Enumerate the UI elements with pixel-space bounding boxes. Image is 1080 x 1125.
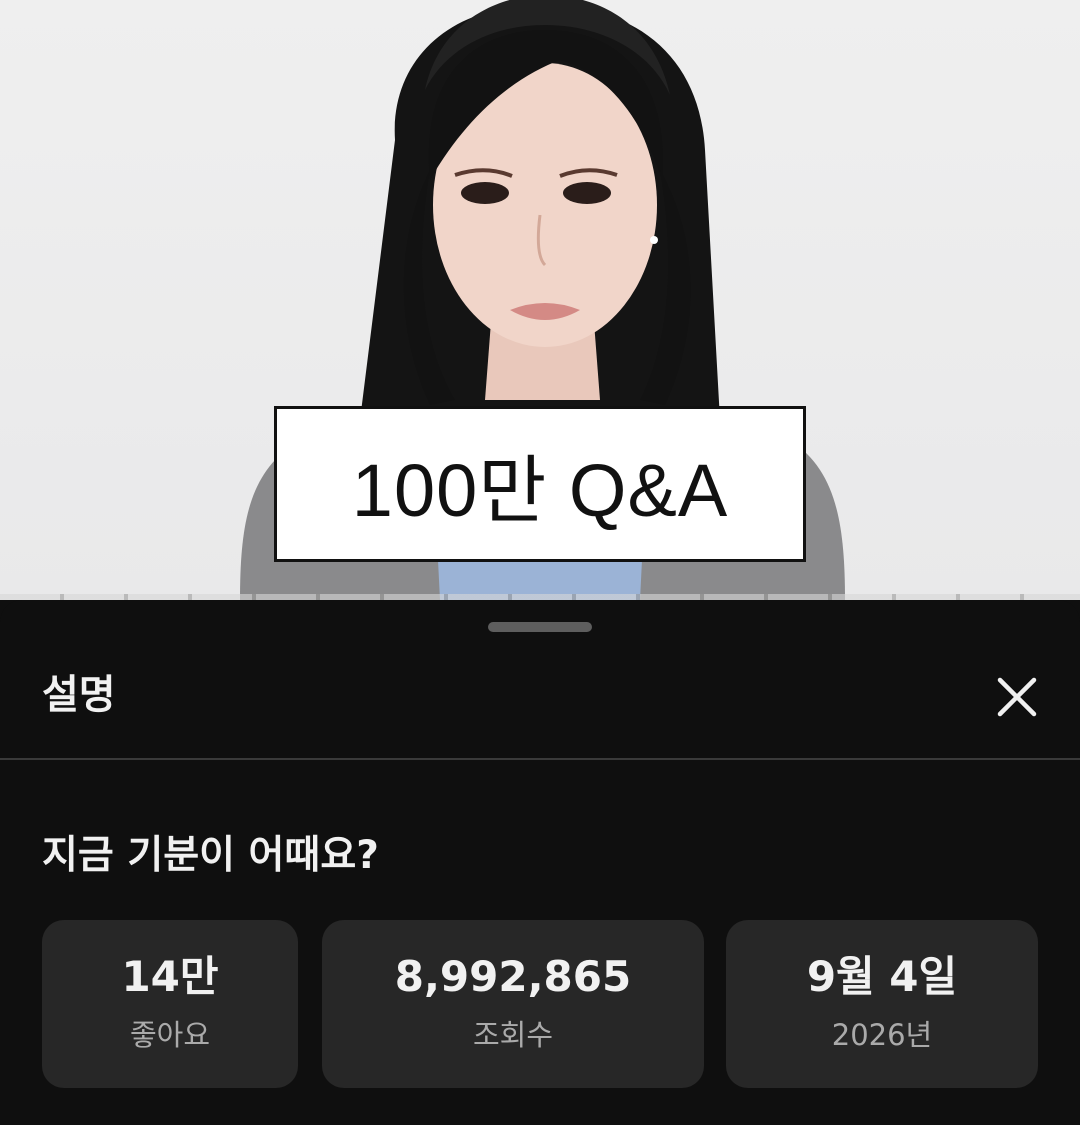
video-player[interactable]: 100만 Q&A bbox=[0, 0, 1080, 600]
likes-count: 14만 bbox=[121, 951, 219, 1001]
close-icon bbox=[997, 677, 1037, 717]
video-caption: 100만 Q&A bbox=[351, 448, 729, 532]
sheet-drag-handle[interactable] bbox=[488, 622, 592, 632]
close-button[interactable] bbox=[986, 666, 1048, 728]
video-caption-box: 100만 Q&A bbox=[274, 406, 806, 562]
views-label: 조회수 bbox=[472, 1018, 554, 1053]
divider bbox=[0, 758, 1080, 760]
upload-year: 2026년 bbox=[831, 1018, 933, 1053]
sheet-title: 설명 bbox=[42, 672, 116, 718]
likes-stat: 14만 좋아요 bbox=[42, 920, 298, 1088]
description-sheet: 설명 지금 기분이 어때요? 14만 좋아요 8,992,865 조회수 9월 … bbox=[0, 600, 1080, 1125]
views-count: 8,992,865 bbox=[394, 951, 632, 1001]
upload-date: 9월 4일 bbox=[806, 951, 958, 1001]
date-stat: 9월 4일 2026년 bbox=[726, 920, 1038, 1088]
likes-label: 좋아요 bbox=[129, 1018, 211, 1053]
views-stat: 8,992,865 조회수 bbox=[322, 920, 704, 1088]
video-title: 지금 기분이 어때요? bbox=[42, 833, 379, 878]
